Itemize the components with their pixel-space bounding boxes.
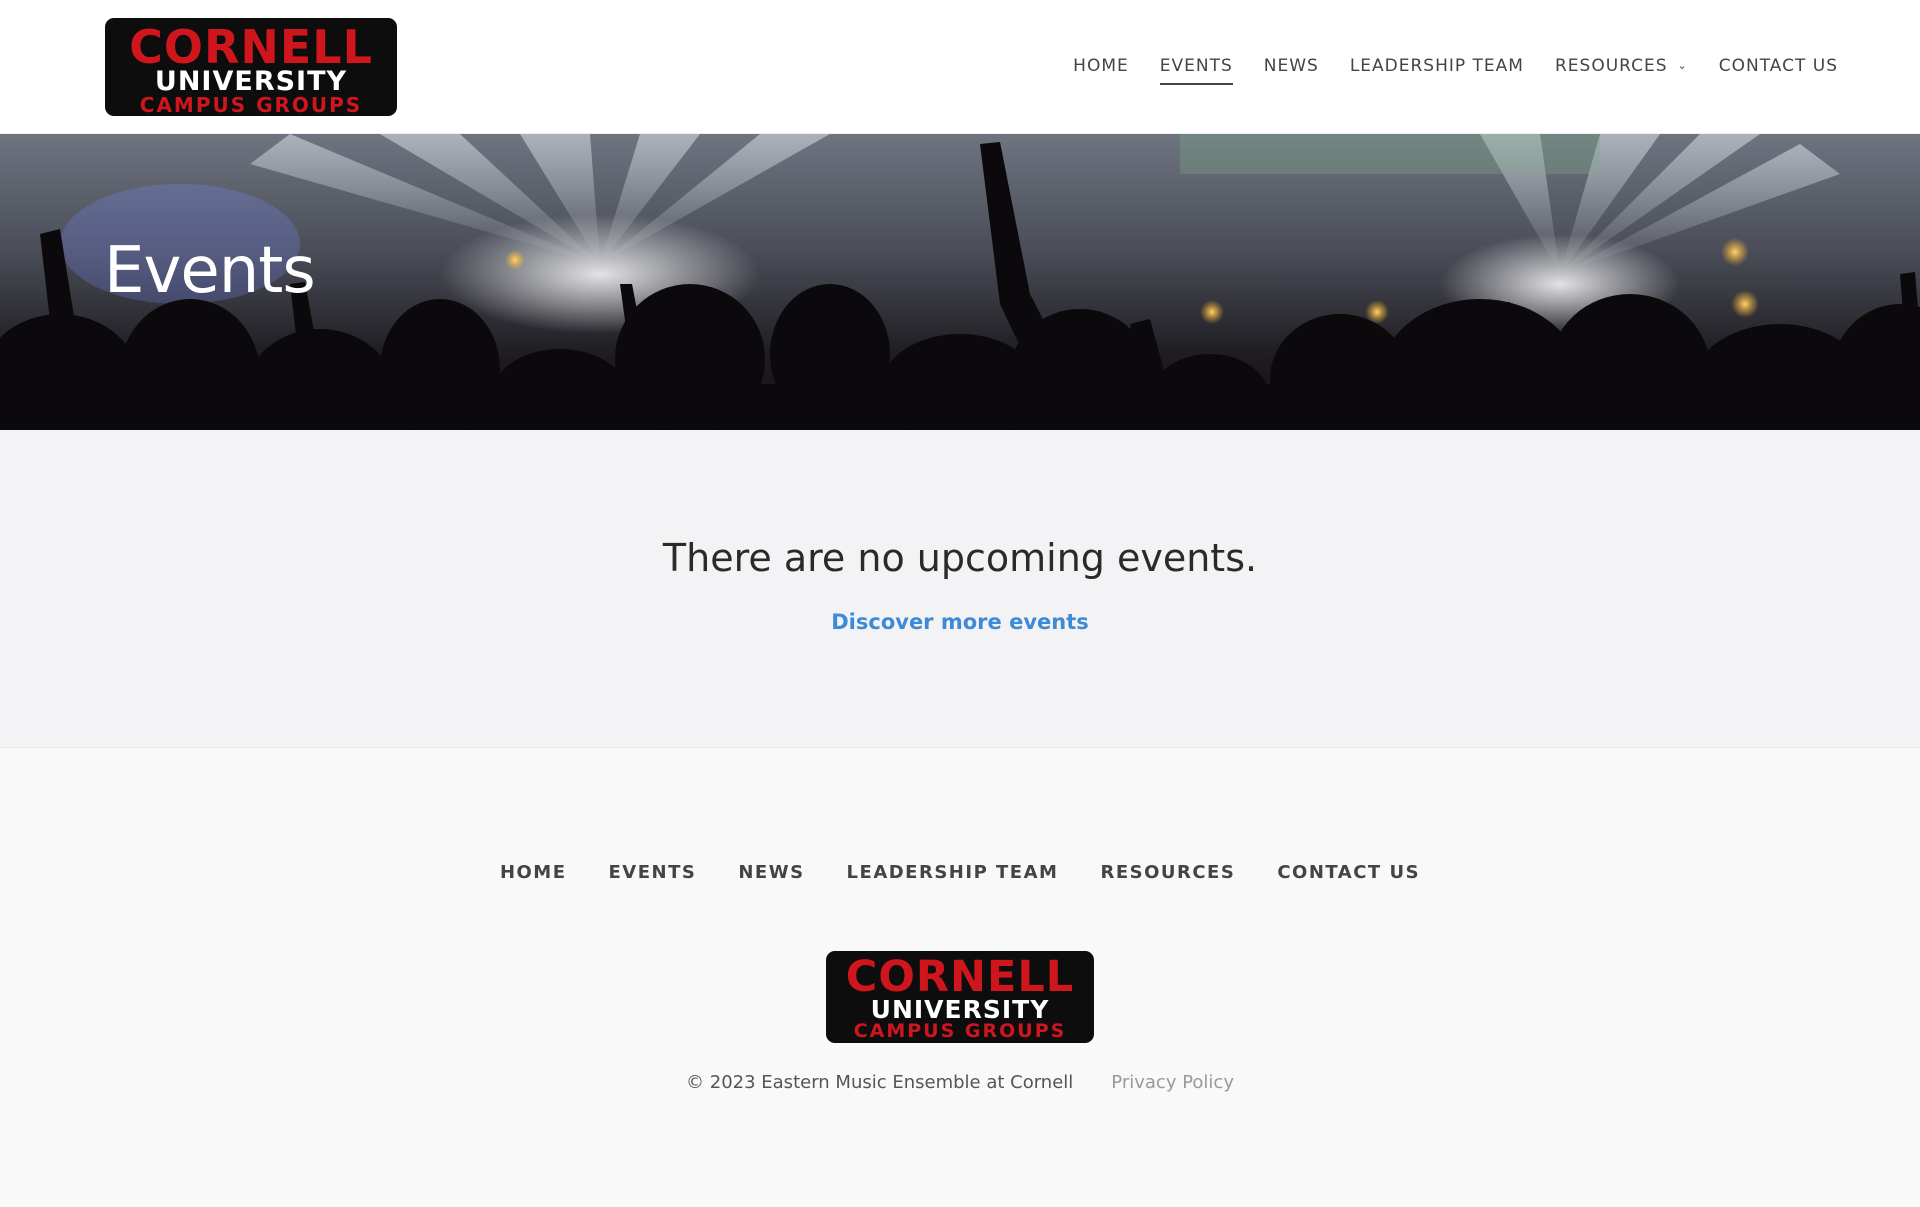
footer-logo-line-campus-groups: CAMPUS GROUPS bbox=[853, 1020, 1067, 1042]
page-title: Events bbox=[104, 234, 316, 308]
nav-home[interactable]: HOME bbox=[1073, 56, 1129, 85]
footer-bottom: © 2023 Eastern Music Ensemble at Cornell… bbox=[0, 1072, 1920, 1093]
footer-nav-leadership-team[interactable]: LEADERSHIP TEAM bbox=[847, 862, 1059, 883]
footer-nav-resources[interactable]: RESOURCES bbox=[1100, 862, 1235, 883]
footer-nav-news[interactable]: NEWS bbox=[738, 862, 804, 883]
discover-more-events-link[interactable]: Discover more events bbox=[831, 610, 1089, 634]
nav-contact-us[interactable]: CONTACT US bbox=[1719, 56, 1838, 85]
logo-line-cornell: CORNELL bbox=[129, 20, 373, 74]
cornell-campus-groups-logo[interactable]: CORNELL UNIVERSITY CAMPUS GROUPS bbox=[105, 18, 397, 116]
footer-nav-contact-us[interactable]: CONTACT US bbox=[1277, 862, 1420, 883]
logo-line-campus-groups: CAMPUS GROUPS bbox=[139, 93, 363, 116]
footer-logo-line-cornell: CORNELL bbox=[845, 952, 1075, 1002]
empty-state-message: There are no upcoming events. bbox=[662, 536, 1258, 580]
main-nav: HOME EVENTS NEWS LEADERSHIP TEAM RESOURC… bbox=[1042, 56, 1838, 85]
chevron-down-icon: ⌄ bbox=[1677, 59, 1688, 72]
footer-nav: HOME EVENTS NEWS LEADERSHIP TEAM RESOURC… bbox=[0, 862, 1920, 883]
nav-resources-dropdown[interactable]: RESOURCES ⌄ bbox=[1555, 56, 1688, 85]
footer-nav-home[interactable]: HOME bbox=[500, 862, 567, 883]
site-header: CORNELL UNIVERSITY CAMPUS GROUPS HOME EV… bbox=[0, 0, 1920, 134]
nav-news[interactable]: NEWS bbox=[1264, 56, 1319, 85]
footer-logo[interactable]: CORNELL UNIVERSITY CAMPUS GROUPS bbox=[826, 951, 1094, 1043]
privacy-policy-link[interactable]: Privacy Policy bbox=[1111, 1072, 1234, 1093]
nav-resources-label: RESOURCES bbox=[1554, 56, 1668, 76]
copyright-text: © 2023 Eastern Music Ensemble at Cornell bbox=[686, 1072, 1074, 1093]
hero-banner: Events bbox=[0, 134, 1920, 430]
discover-container: Discover more events bbox=[0, 610, 1920, 634]
nav-leadership-team[interactable]: LEADERSHIP TEAM bbox=[1350, 56, 1524, 85]
events-section: There are no upcoming events. Discover m… bbox=[0, 430, 1920, 748]
nav-events[interactable]: EVENTS bbox=[1159, 56, 1233, 85]
footer-nav-events[interactable]: EVENTS bbox=[609, 862, 697, 883]
